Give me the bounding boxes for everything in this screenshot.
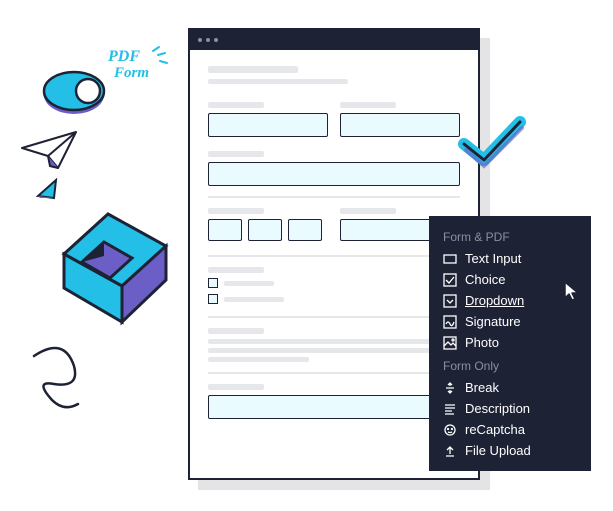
triangle-decoration <box>36 178 60 200</box>
small-input-field[interactable] <box>288 219 322 241</box>
dropdown-icon <box>443 294 457 308</box>
menu-item-text-input[interactable]: Text Input <box>429 248 591 269</box>
field-label-placeholder <box>208 328 264 334</box>
section-divider <box>208 372 460 374</box>
option-label-placeholder <box>224 297 284 302</box>
section-divider <box>208 255 460 257</box>
choice-icon <box>443 273 457 287</box>
menu-section-header: Form & PDF <box>429 228 591 248</box>
field-label-placeholder <box>208 384 264 390</box>
menu-item-label: Choice <box>465 272 577 287</box>
text-line-placeholder <box>208 357 309 362</box>
menu-section-header: Form Only <box>429 357 591 377</box>
pdf-form-badge: PDF Form <box>108 45 178 83</box>
small-input-field[interactable] <box>248 219 282 241</box>
break-icon <box>443 381 457 395</box>
window-dot <box>206 38 210 42</box>
field-label-placeholder <box>340 208 396 214</box>
recaptcha-icon <box>443 423 457 437</box>
section-divider <box>208 316 460 318</box>
field-label-placeholder <box>208 151 264 157</box>
menu-item-label: Dropdown <box>465 293 577 308</box>
signature-icon <box>443 315 457 329</box>
menu-item-break[interactable]: Break <box>429 377 591 398</box>
photo-icon <box>443 336 457 350</box>
menu-item-label: Signature <box>465 314 577 329</box>
text-line-placeholder <box>208 339 460 344</box>
paper-plane-decoration <box>18 128 82 174</box>
checkbox-option[interactable] <box>208 294 218 304</box>
cube-decoration <box>48 206 188 336</box>
field-label-placeholder <box>208 102 264 108</box>
menu-item-recaptcha[interactable]: reCaptcha <box>429 419 591 440</box>
menu-item-photo[interactable]: Photo <box>429 332 591 353</box>
menu-item-label: File Upload <box>465 443 577 458</box>
window-titlebar <box>190 30 478 50</box>
menu-item-label: Break <box>465 380 577 395</box>
field-label-placeholder <box>208 208 264 214</box>
field-label-placeholder <box>340 102 396 108</box>
form-title-placeholder <box>208 66 298 73</box>
menu-item-description[interactable]: Description <box>429 398 591 419</box>
option-label-placeholder <box>224 281 274 286</box>
menu-item-label: Description <box>465 401 577 416</box>
svg-text:PDF: PDF <box>108 48 140 65</box>
toggle-decoration <box>38 68 110 116</box>
cursor-pointer-icon <box>563 280 583 304</box>
text-input-field[interactable] <box>208 395 460 419</box>
window-dot <box>214 38 218 42</box>
form-subtitle-placeholder <box>208 79 348 84</box>
menu-item-file-upload[interactable]: File Upload <box>429 440 591 461</box>
menu-item-label: reCaptcha <box>465 422 577 437</box>
text-input-field[interactable] <box>340 113 460 137</box>
menu-item-label: Photo <box>465 335 577 350</box>
text-input-icon <box>443 252 457 266</box>
section-divider <box>208 196 460 198</box>
menu-item-signature[interactable]: Signature <box>429 311 591 332</box>
text-input-field[interactable] <box>208 113 328 137</box>
field-type-menu: Form & PDF Text Input Choice Dropdown Si… <box>429 216 591 471</box>
checkbox-option[interactable] <box>208 278 218 288</box>
menu-item-label: Text Input <box>465 251 577 266</box>
small-input-field[interactable] <box>208 219 242 241</box>
window-dot <box>198 38 202 42</box>
description-icon <box>443 402 457 416</box>
text-line-placeholder <box>208 348 460 353</box>
text-input-field[interactable] <box>208 162 460 186</box>
squiggle-decoration <box>24 336 104 416</box>
svg-text:Form: Form <box>113 65 149 81</box>
field-label-placeholder <box>208 267 264 273</box>
checkmark-decoration <box>458 116 530 172</box>
upload-icon <box>443 444 457 458</box>
